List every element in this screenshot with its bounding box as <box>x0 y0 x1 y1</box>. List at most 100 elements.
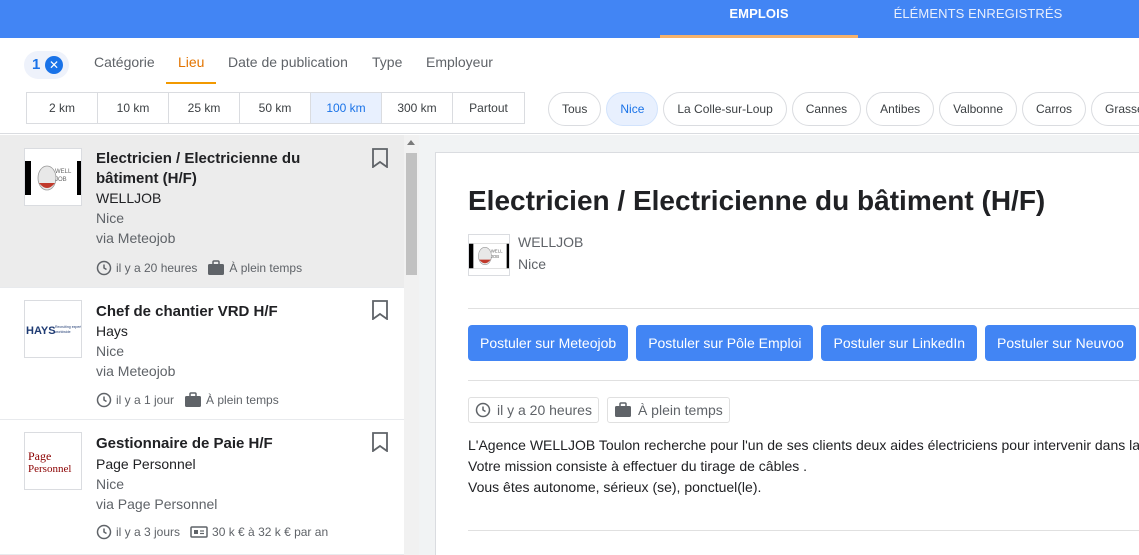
distance-option[interactable]: 50 km <box>240 93 311 123</box>
job-type: À plein temps <box>229 261 303 275</box>
filter-tab-date[interactable]: Date de publication <box>228 54 348 70</box>
filter-count: 1 <box>32 56 41 73</box>
city-chip[interactable]: La Colle-sur-Loup <box>663 92 787 126</box>
distance-selector: 2 km 10 km 25 km 50 km 100 km 300 km Par… <box>26 92 525 124</box>
briefcase-icon <box>208 260 225 275</box>
divider <box>468 380 1139 381</box>
clock-icon <box>475 402 491 418</box>
city-chips: Tous Nice La Colle-sur-Loup Cannes Antib… <box>548 92 1139 126</box>
job-location: Nice <box>96 210 125 226</box>
distance-option[interactable]: 300 km <box>382 93 453 123</box>
svg-text:WELL: WELL <box>491 248 503 253</box>
city-chip[interactable]: Grasse <box>1091 92 1139 126</box>
city-chip[interactable]: Antibes <box>866 92 935 126</box>
job-company: Hays <box>96 323 128 339</box>
detail-tags: il y a 20 heures À plein temps <box>468 397 730 423</box>
apply-meteojob-button[interactable]: Postuler sur Meteojob <box>468 325 629 361</box>
filter-tab-employer[interactable]: Employeur <box>426 54 493 70</box>
apply-neuvoo-button[interactable]: Postuler sur Neuvoo <box>985 325 1136 361</box>
top-bar: EMPLOIS ÉLÉMENTS ENREGISTRÉS <box>0 0 1139 38</box>
job-source: via Meteojob <box>96 230 176 246</box>
salary-icon <box>190 526 208 538</box>
distance-option[interactable]: 25 km <box>169 93 240 123</box>
scroll-thumb[interactable] <box>406 153 417 275</box>
distance-option[interactable]: 2 km <box>27 93 98 123</box>
briefcase-icon <box>614 402 631 417</box>
apply-buttons: Postuler sur Meteojob Postuler sur Pôle … <box>468 325 1136 361</box>
job-salary: 30 k € à 32 k € par an <box>212 525 329 539</box>
svg-text:WELL: WELL <box>55 169 72 175</box>
page-personnel-logo-line2: Personnel <box>28 463 71 475</box>
city-chip-selected[interactable]: Nice <box>606 92 659 126</box>
svg-text:JOB: JOB <box>491 254 500 259</box>
description-line: Vous êtes autonome, sérieux (se), ponctu… <box>468 479 762 495</box>
distance-option[interactable]: 10 km <box>98 93 169 123</box>
city-chip[interactable]: Carros <box>1022 92 1087 126</box>
company-logo-welljob: WELL JOB <box>24 148 82 206</box>
apply-linkedin-button[interactable]: Postuler sur LinkedIn <box>821 325 978 361</box>
detail-location: Nice <box>518 256 547 272</box>
job-card[interactable]: Page Personnel Gestionnaire de Paie H/F … <box>0 420 404 555</box>
filter-tab-category[interactable]: Catégorie <box>94 54 155 70</box>
job-card[interactable]: HAYS Recruiting experts worldwide Chef d… <box>0 288 404 420</box>
filter-bar: 1 ✕ Catégorie Lieu Date de publication T… <box>0 38 1139 134</box>
job-meta: il y a 1 jour À plein temps <box>96 392 279 408</box>
scroll-up-arrow[interactable] <box>407 140 415 145</box>
page-personnel-logo-line1: Page <box>28 449 51 463</box>
clock-icon <box>96 260 112 276</box>
detail-title: Electricien / Electricienne du bâtiment … <box>468 185 1046 216</box>
company-logo-page-personnel: Page Personnel <box>24 432 82 490</box>
job-location: Nice <box>96 343 125 359</box>
job-company: WELLJOB <box>96 190 162 206</box>
detail-posted: il y a 20 heures <box>497 402 592 418</box>
svg-text:worldwide: worldwide <box>55 330 71 334</box>
job-company: Page Personnel <box>96 456 196 472</box>
bookmark-icon[interactable] <box>371 432 389 452</box>
detail-type: À plein temps <box>637 402 723 418</box>
job-title[interactable]: Electricien / Electricienne du bâtiment … <box>96 149 356 189</box>
distance-option-selected[interactable]: 100 km <box>311 93 382 123</box>
job-location: Nice <box>96 476 125 492</box>
job-list-scrollbar[interactable] <box>404 135 419 555</box>
job-posted: il y a 20 heures <box>116 261 198 275</box>
job-description: L'Agence WELLJOB Toulon recherche pour l… <box>468 435 1139 498</box>
svg-text:Recruiting experts: Recruiting experts <box>55 325 82 329</box>
job-meta: il y a 20 heures À plein temps <box>96 260 302 276</box>
company-logo-hays: HAYS Recruiting experts worldwide <box>24 300 82 358</box>
job-type: À plein temps <box>206 393 279 407</box>
detail-company-logo: WELL JOB <box>468 234 510 276</box>
filter-tab-location[interactable]: Lieu <box>165 54 218 84</box>
filter-tab-type[interactable]: Type <box>372 54 402 70</box>
posted-tag: il y a 20 heures <box>468 397 599 423</box>
divider <box>468 308 1139 309</box>
city-chip[interactable]: Tous <box>548 92 602 126</box>
divider <box>468 530 1139 531</box>
job-title[interactable]: Chef de chantier VRD H/F <box>96 302 356 322</box>
close-icon[interactable]: ✕ <box>45 56 63 74</box>
distance-option[interactable]: Partout <box>453 93 524 123</box>
city-chip[interactable]: Valbonne <box>939 92 1017 126</box>
description-line: L'Agence WELLJOB Toulon recherche pour l… <box>468 437 1139 453</box>
job-list: WELL JOB Electricien / Electricienne du … <box>0 135 404 555</box>
tab-emplois[interactable]: EMPLOIS <box>660 0 858 38</box>
description-line: Votre mission consiste à effectuer du ti… <box>468 458 808 474</box>
clock-icon <box>96 392 112 408</box>
briefcase-icon <box>185 392 202 407</box>
job-card[interactable]: WELL JOB Electricien / Electricienne du … <box>0 135 404 288</box>
detail-company: WELLJOB <box>518 234 584 250</box>
city-chip[interactable]: Cannes <box>791 92 862 126</box>
job-posted: il y a 1 jour <box>116 393 175 407</box>
active-filter-count-chip[interactable]: 1 ✕ <box>24 51 69 79</box>
job-meta: il y a 3 jours 30 k € à 32 k € par an <box>96 524 328 540</box>
hays-logo-text: HAYS <box>26 325 56 337</box>
tab-saved-items[interactable]: ÉLÉMENTS ENREGISTRÉS <box>858 0 1098 38</box>
job-posted: il y a 3 jours <box>116 525 181 539</box>
job-title[interactable]: Gestionnaire de Paie H/F <box>96 434 356 454</box>
job-source: via Meteojob <box>96 363 176 379</box>
clock-icon <box>96 524 112 540</box>
bookmark-icon[interactable] <box>371 148 389 168</box>
type-tag: À plein temps <box>606 397 730 423</box>
svg-text:JOB: JOB <box>55 177 67 183</box>
bookmark-icon[interactable] <box>371 300 389 320</box>
apply-pole-emploi-button[interactable]: Postuler sur Pôle Emploi <box>636 325 814 361</box>
